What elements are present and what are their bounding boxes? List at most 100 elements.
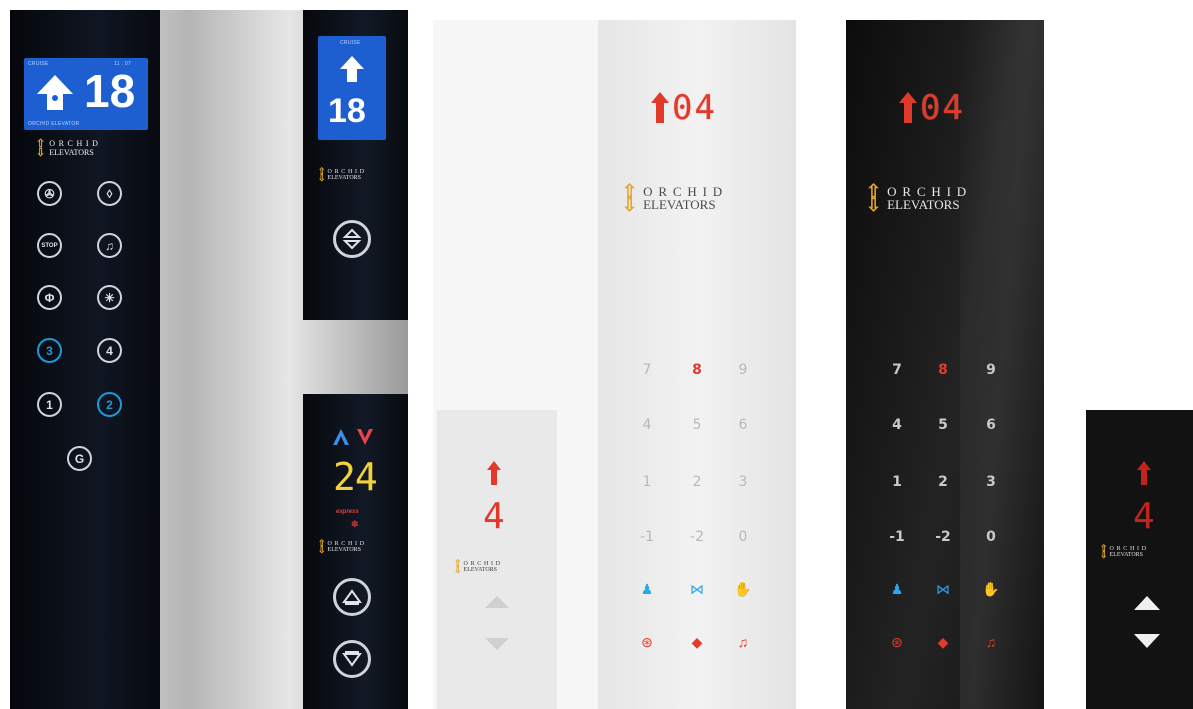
white-up-button[interactable] — [483, 594, 511, 610]
hall-brand-logo: ⇧ ⇩ ORCHID ELEVATORS — [318, 166, 367, 184]
hall-down-button[interactable] — [333, 640, 371, 678]
black-up-arrow-icon — [899, 92, 917, 123]
black-door-open-icon[interactable]: ⋈ — [928, 581, 958, 598]
white-attendant-icon[interactable]: ♟ — [632, 581, 662, 598]
black-key-1[interactable]: 1 — [882, 474, 912, 490]
ground-floor-label: G — [74, 451, 85, 466]
brand-line2: ELEVATORS — [887, 197, 960, 213]
ground-floor-button[interactable]: G — [67, 446, 92, 471]
white-key-2[interactable]: 2 — [682, 474, 712, 490]
black-key-6[interactable]: 6 — [976, 417, 1006, 433]
black-key-minus1[interactable]: -1 — [882, 529, 912, 545]
brand-line2: ELEVATORS — [1109, 552, 1143, 559]
white-key-9[interactable]: 9 — [728, 362, 758, 378]
black-small-floor: 4 — [1133, 496, 1155, 537]
black-key-3[interactable]: 3 — [976, 474, 1006, 490]
black-key-8[interactable]: 8 — [928, 362, 958, 378]
hall-call-button[interactable] — [333, 220, 371, 258]
product-collage: CRUISE 11 : 07 18 ORCHID ELEVATOR ⇧ ⇩ ORC… — [0, 0, 1193, 709]
brand-line2: ELEVATORS — [327, 175, 361, 182]
car-floor-number: 18 — [84, 65, 136, 117]
fan-button[interactable]: ✇ — [37, 181, 62, 206]
white-key-4[interactable]: 4 — [632, 417, 662, 433]
white-brand-logo: ⇧ ⇩ ORCHID ELEVATORS — [622, 181, 728, 216]
black-key-4[interactable]: 4 — [882, 417, 912, 433]
stop-button[interactable]: STOP — [37, 233, 62, 258]
black-key-5[interactable]: 5 — [928, 417, 958, 433]
lcd-footer: ORCHID ELEVATOR — [28, 121, 80, 127]
white-up-arrow-icon — [651, 92, 669, 123]
orchid-arrows-icon: ⇧ ⇩ — [1100, 543, 1108, 561]
black-fan-icon[interactable]: ⊛ — [882, 634, 912, 651]
black-key-2[interactable]: 2 — [928, 474, 958, 490]
brand-line2: ELEVATORS — [463, 567, 497, 574]
light-button[interactable]: ◊ — [97, 181, 122, 206]
floor-4-button[interactable]: 4 — [97, 338, 122, 363]
black-key-7[interactable]: 7 — [882, 362, 912, 378]
floor-1-button[interactable]: 1 — [37, 392, 62, 417]
floor-2-label: 2 — [106, 397, 113, 412]
express-caption: express — [336, 509, 359, 515]
black-brand-logo: ⇧ ⇩ ORCHID ELEVATORS — [866, 182, 973, 214]
black-floor-display: 04 — [920, 88, 965, 128]
white-fire-icon[interactable]: ◆ — [682, 634, 712, 651]
light-icon: ◊ — [106, 186, 113, 201]
black-down-button[interactable] — [1132, 632, 1162, 650]
white-small-up-arrow-icon — [487, 461, 501, 485]
floor-3-button[interactable]: 3 — [37, 338, 62, 363]
brand-logo: ⇧ ⇩ ORCHID ELEVATORS — [36, 138, 102, 159]
black-key-0[interactable]: 0 — [976, 529, 1006, 545]
door-open-icon: Φ — [44, 290, 55, 305]
white-key-1[interactable]: 1 — [632, 474, 662, 490]
hall-floor-number: 18 — [328, 92, 366, 130]
floor-2-button[interactable]: 2 — [97, 392, 122, 417]
floor-1-label: 1 — [46, 397, 53, 412]
black-attendant-icon[interactable]: ♟ — [882, 581, 912, 598]
white-small-brand-logo: ⇧ ⇩ ORCHID ELEVATORS — [454, 558, 503, 576]
white-bell-icon[interactable]: ♫ — [728, 634, 758, 650]
black-bell-icon[interactable]: ♫ — [976, 634, 1006, 650]
alarm-button[interactable]: ♫ — [97, 233, 122, 258]
black-key-9[interactable]: 9 — [976, 362, 1006, 378]
up-triangle-icon — [342, 589, 362, 605]
car-lcd-display: CRUISE 11 : 07 18 ORCHID ELEVATOR — [24, 58, 148, 130]
white-down-button[interactable] — [483, 636, 511, 652]
black-key-minus2[interactable]: -2 — [928, 529, 958, 545]
fire-icon: ✳ — [104, 290, 115, 305]
white-key-3[interactable]: 3 — [728, 474, 758, 490]
white-key-minus1[interactable]: -1 — [632, 529, 662, 545]
brand-line2: ELEVATORS — [327, 547, 361, 554]
up-down-icon — [342, 228, 362, 250]
black-stop-hand-icon[interactable]: ✋ — [976, 581, 1006, 598]
brand-line2: ELEVATORS — [643, 197, 716, 213]
status-led-icon: ✽ — [351, 519, 359, 529]
black-fire-icon[interactable]: ◆ — [928, 634, 958, 651]
fireman-button[interactable]: ✳ — [97, 285, 122, 310]
white-key-0[interactable]: 0 — [728, 529, 758, 545]
lcd-status-left: CRUISE — [28, 61, 49, 67]
white-key-7[interactable]: 7 — [632, 362, 662, 378]
door-open-button[interactable]: Φ — [37, 285, 62, 310]
up-arrow-icon — [37, 75, 73, 110]
hall-up-button[interactable] — [333, 578, 371, 616]
white-fan-icon[interactable]: ⊛ — [632, 634, 662, 651]
orchid-arrows-icon: ⇧ ⇩ — [36, 138, 46, 159]
white-key-8[interactable]: 8 — [682, 362, 712, 378]
orchid-arrows-icon: ⇧ ⇩ — [318, 538, 326, 556]
black-up-button[interactable] — [1132, 594, 1162, 612]
orchid-arrows-icon: ⇧ ⇩ — [454, 558, 462, 576]
white-key-5[interactable]: 5 — [682, 417, 712, 433]
orchid-arrows-icon: ⇧ ⇩ — [318, 166, 326, 184]
black-small-up-arrow-icon — [1137, 461, 1151, 485]
floor-4-label: 4 — [106, 343, 113, 358]
white-door-open-icon[interactable]: ⋈ — [682, 581, 712, 598]
orchid-arrows-icon: ⇧ ⇩ — [622, 181, 638, 216]
fan-icon: ✇ — [44, 186, 55, 201]
white-small-floor: 4 — [483, 496, 505, 537]
white-stop-hand-icon[interactable]: ✋ — [728, 581, 758, 598]
white-key-minus2[interactable]: -2 — [682, 529, 712, 545]
direction-arrows-icon — [333, 429, 373, 445]
brand-line1: ORCHID — [887, 183, 973, 199]
hall-up-arrow-icon — [340, 56, 364, 82]
white-key-6[interactable]: 6 — [728, 417, 758, 433]
